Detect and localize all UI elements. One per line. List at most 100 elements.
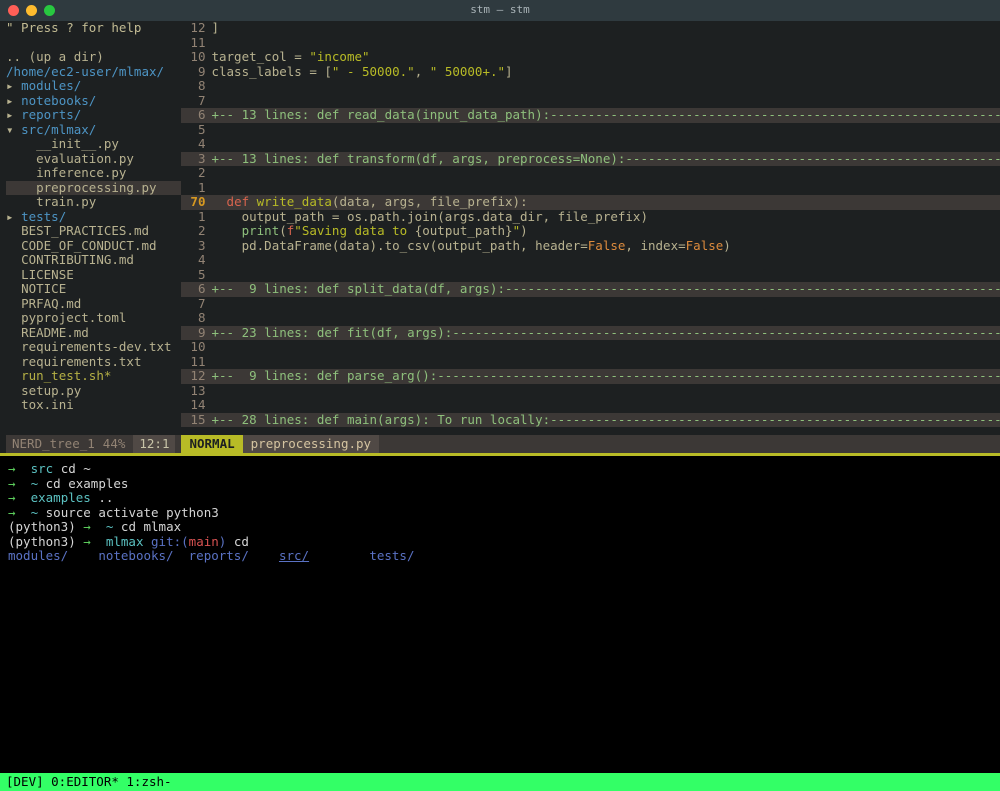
- code-text[interactable]: output_path = os.path.join(args.data_dir…: [211, 210, 1000, 225]
- code-line[interactable]: 12]: [181, 21, 1000, 36]
- nerdtree-file[interactable]: __init__.py: [6, 137, 181, 152]
- code-fold[interactable]: 6+-- 13 lines: def read_data(input_data_…: [181, 108, 1000, 123]
- nerdtree-file[interactable]: evaluation.py: [6, 152, 181, 167]
- nerdtree-file[interactable]: CONTRIBUTING.md: [6, 253, 181, 268]
- code-text[interactable]: [211, 181, 1000, 196]
- code-text[interactable]: +-- 13 lines: def read_data(input_data_p…: [211, 108, 1000, 123]
- editor-statusline: NORMAL preprocessing.py: [181, 435, 1000, 453]
- nerdtree-dir[interactable]: ▸ modules/: [6, 79, 181, 94]
- shell-line[interactable]: (python3) → mlmax git:(main) cd: [8, 535, 992, 550]
- code-text[interactable]: [211, 311, 1000, 326]
- code-line[interactable]: 5: [181, 268, 1000, 283]
- code-text[interactable]: [211, 355, 1000, 370]
- code-text[interactable]: [211, 268, 1000, 283]
- nerdtree-file[interactable]: requirements.txt: [6, 355, 181, 370]
- code-line[interactable]: 8: [181, 79, 1000, 94]
- code-line[interactable]: 4: [181, 253, 1000, 268]
- nerdtree-dir[interactable]: ▸ notebooks/: [6, 94, 181, 109]
- nerdtree-file[interactable]: NOTICE: [6, 282, 181, 297]
- code-text[interactable]: +-- 13 lines: def transform(df, args, pr…: [211, 152, 1000, 167]
- shell-line[interactable]: → examples ..: [8, 491, 992, 506]
- line-number: 12: [181, 21, 211, 36]
- shell-pane[interactable]: → src cd ~→ ~ cd examples→ examples ..→ …: [0, 456, 1000, 773]
- nerdtree-file[interactable]: run_test.sh*: [6, 369, 181, 384]
- code-line[interactable]: 2 print(f"Saving data to {output_path}"): [181, 224, 1000, 239]
- code-text[interactable]: [211, 94, 1000, 109]
- code-line[interactable]: 4: [181, 137, 1000, 152]
- code-fold[interactable]: 15+-- 28 lines: def main(args): To run l…: [181, 413, 1000, 428]
- nerdtree-dir[interactable]: ▸ tests/: [6, 210, 181, 225]
- code-line[interactable]: 1 output_path = os.path.join(args.data_d…: [181, 210, 1000, 225]
- code-text[interactable]: pd.DataFrame(data).to_csv(output_path, h…: [211, 239, 1000, 254]
- code-line[interactable]: 2: [181, 166, 1000, 181]
- nerdtree-file[interactable]: BEST_PRACTICES.md: [6, 224, 181, 239]
- code-fold[interactable]: 9+-- 23 lines: def fit(df, args):-------…: [181, 326, 1000, 341]
- code-text[interactable]: +-- 9 lines: def split_data(df, args):--…: [211, 282, 1000, 297]
- nerdtree-sidebar[interactable]: " Press ? for help .. (up a dir) /home/e…: [0, 21, 181, 453]
- line-number: 11: [181, 36, 211, 51]
- nerdtree-file[interactable]: LICENSE: [6, 268, 181, 283]
- code-line[interactable]: 13: [181, 384, 1000, 399]
- code-line[interactable]: 9class_labels = [" - 50000.", " 50000+."…: [181, 65, 1000, 80]
- code-text[interactable]: [211, 384, 1000, 399]
- code-line[interactable]: 7: [181, 297, 1000, 312]
- code-line[interactable]: 1: [181, 181, 1000, 196]
- code-line[interactable]: 7: [181, 94, 1000, 109]
- nerdtree-root[interactable]: /home/ec2-user/mlmax/: [6, 65, 181, 80]
- code-text[interactable]: [211, 297, 1000, 312]
- nerdtree-file[interactable]: pyproject.toml: [6, 311, 181, 326]
- code-text[interactable]: [211, 36, 1000, 51]
- shell-line[interactable]: → src cd ~: [8, 462, 992, 477]
- code-text[interactable]: class_labels = [" - 50000.", " 50000+."]: [211, 65, 1000, 80]
- code-line[interactable]: 14: [181, 398, 1000, 413]
- tmux-windows[interactable]: [DEV] 0:EDITOR* 1:zsh-: [6, 775, 172, 790]
- nerdtree-file[interactable]: inference.py: [6, 166, 181, 181]
- code-line[interactable]: 3 pd.DataFrame(data).to_csv(output_path,…: [181, 239, 1000, 254]
- shell-line[interactable]: → ~ source activate python3: [8, 506, 992, 521]
- code-text[interactable]: print(f"Saving data to {output_path}"): [211, 224, 1000, 239]
- code-text[interactable]: +-- 23 lines: def fit(df, args):--------…: [211, 326, 1000, 341]
- nerdtree-file[interactable]: setup.py: [6, 384, 181, 399]
- nerdtree-dir[interactable]: ▾ src/mlmax/: [6, 123, 181, 138]
- code-text[interactable]: ]: [211, 21, 1000, 36]
- code-line[interactable]: 11: [181, 355, 1000, 370]
- code-text[interactable]: [211, 123, 1000, 138]
- code-text[interactable]: [211, 166, 1000, 181]
- line-number: 3: [181, 152, 211, 167]
- nerdtree-blank: [6, 36, 181, 51]
- code-line[interactable]: 8: [181, 311, 1000, 326]
- code-line[interactable]: 11: [181, 36, 1000, 51]
- code-text[interactable]: [211, 398, 1000, 413]
- code-text[interactable]: +-- 28 lines: def main(args): To run loc…: [211, 413, 1000, 428]
- code-text[interactable]: [211, 79, 1000, 94]
- shell-line[interactable]: modules/ notebooks/ reports/ src/ tests/: [8, 549, 992, 564]
- code-line[interactable]: 70 def write_data(data, args, file_prefi…: [181, 195, 1000, 210]
- nerdtree-file[interactable]: CODE_OF_CONDUCT.md: [6, 239, 181, 254]
- shell-line[interactable]: → ~ cd examples: [8, 477, 992, 492]
- minimize-icon[interactable]: [26, 5, 37, 16]
- nerdtree-file[interactable]: preprocessing.py: [6, 181, 181, 196]
- nerdtree-file[interactable]: PRFAQ.md: [6, 297, 181, 312]
- nerdtree-up-dir[interactable]: .. (up a dir): [6, 50, 181, 65]
- nerdtree-file[interactable]: tox.ini: [6, 398, 181, 413]
- code-fold[interactable]: 6+-- 9 lines: def split_data(df, args):-…: [181, 282, 1000, 297]
- code-text[interactable]: [211, 253, 1000, 268]
- nerdtree-file[interactable]: README.md: [6, 326, 181, 341]
- code-text[interactable]: +-- 9 lines: def parse_arg():-----------…: [211, 369, 1000, 384]
- close-icon[interactable]: [8, 5, 19, 16]
- code-line[interactable]: 10: [181, 340, 1000, 355]
- shell-line[interactable]: (python3) → ~ cd mlmax: [8, 520, 992, 535]
- code-line[interactable]: 10target_col = "income": [181, 50, 1000, 65]
- code-editor[interactable]: 12]1110target_col = "income"9class_label…: [181, 21, 1000, 453]
- code-fold[interactable]: 3+-- 13 lines: def transform(df, args, p…: [181, 152, 1000, 167]
- code-fold[interactable]: 12+-- 9 lines: def parse_arg():---------…: [181, 369, 1000, 384]
- code-text[interactable]: def write_data(data, args, file_prefix):: [211, 195, 1000, 210]
- code-line[interactable]: 5: [181, 123, 1000, 138]
- code-text[interactable]: target_col = "income": [211, 50, 1000, 65]
- nerdtree-file[interactable]: train.py: [6, 195, 181, 210]
- nerdtree-file[interactable]: requirements-dev.txt: [6, 340, 181, 355]
- code-text[interactable]: [211, 340, 1000, 355]
- code-text[interactable]: [211, 137, 1000, 152]
- nerdtree-dir[interactable]: ▸ reports/: [6, 108, 181, 123]
- zoom-icon[interactable]: [44, 5, 55, 16]
